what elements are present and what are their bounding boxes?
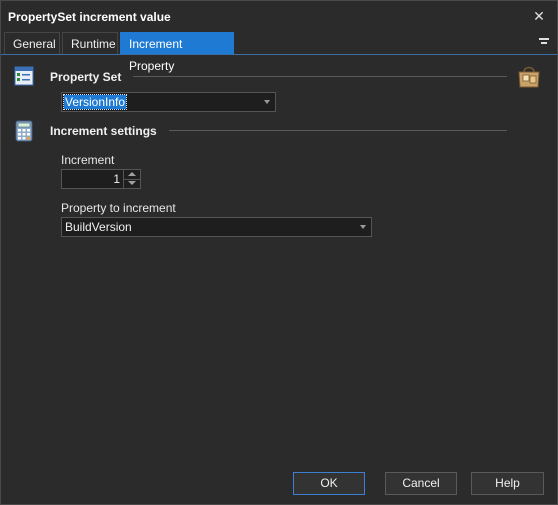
dialog-window: PropertySet increment value ✕ General Ru…: [0, 0, 558, 505]
tab-increment-property[interactable]: Increment Property: [120, 32, 234, 73]
window-title: PropertySet increment value: [8, 10, 171, 24]
property-to-increment-value: BuildVersion: [65, 220, 132, 234]
cancel-button[interactable]: Cancel: [385, 472, 457, 495]
ok-button[interactable]: OK: [293, 472, 365, 495]
help-button[interactable]: Help: [471, 472, 544, 495]
property-set-combo[interactable]: VersionInfo: [61, 92, 276, 112]
tab-bar: General Runtime Increment Property: [1, 32, 557, 73]
tab-runtime[interactable]: Runtime: [62, 32, 118, 54]
tab-general[interactable]: General: [4, 32, 60, 54]
close-icon[interactable]: ✕: [527, 5, 551, 27]
chevron-down-icon[interactable]: [355, 218, 371, 236]
section-divider: [169, 130, 507, 131]
tab-menu-icon[interactable]: [537, 35, 551, 51]
bag-icon[interactable]: [516, 63, 542, 89]
spin-down-icon[interactable]: [124, 179, 140, 188]
increment-value: 1: [113, 172, 120, 186]
chevron-down-icon[interactable]: [259, 93, 275, 111]
property-to-increment-label: Property to increment: [61, 201, 176, 215]
property-set-value: VersionInfo: [62, 94, 128, 110]
property-set-icon: [14, 66, 34, 86]
calculator-icon: [14, 120, 34, 142]
property-set-section-title: Property Set: [50, 70, 122, 84]
section-divider: [133, 76, 507, 77]
property-to-increment-combo[interactable]: BuildVersion: [61, 217, 372, 237]
title-bar: PropertySet increment value ✕: [1, 1, 557, 32]
increment-label: Increment: [61, 153, 115, 167]
increment-settings-section-title: Increment settings: [50, 124, 157, 138]
increment-spin-edit[interactable]: 1: [61, 169, 141, 189]
spin-buttons: [123, 170, 140, 188]
